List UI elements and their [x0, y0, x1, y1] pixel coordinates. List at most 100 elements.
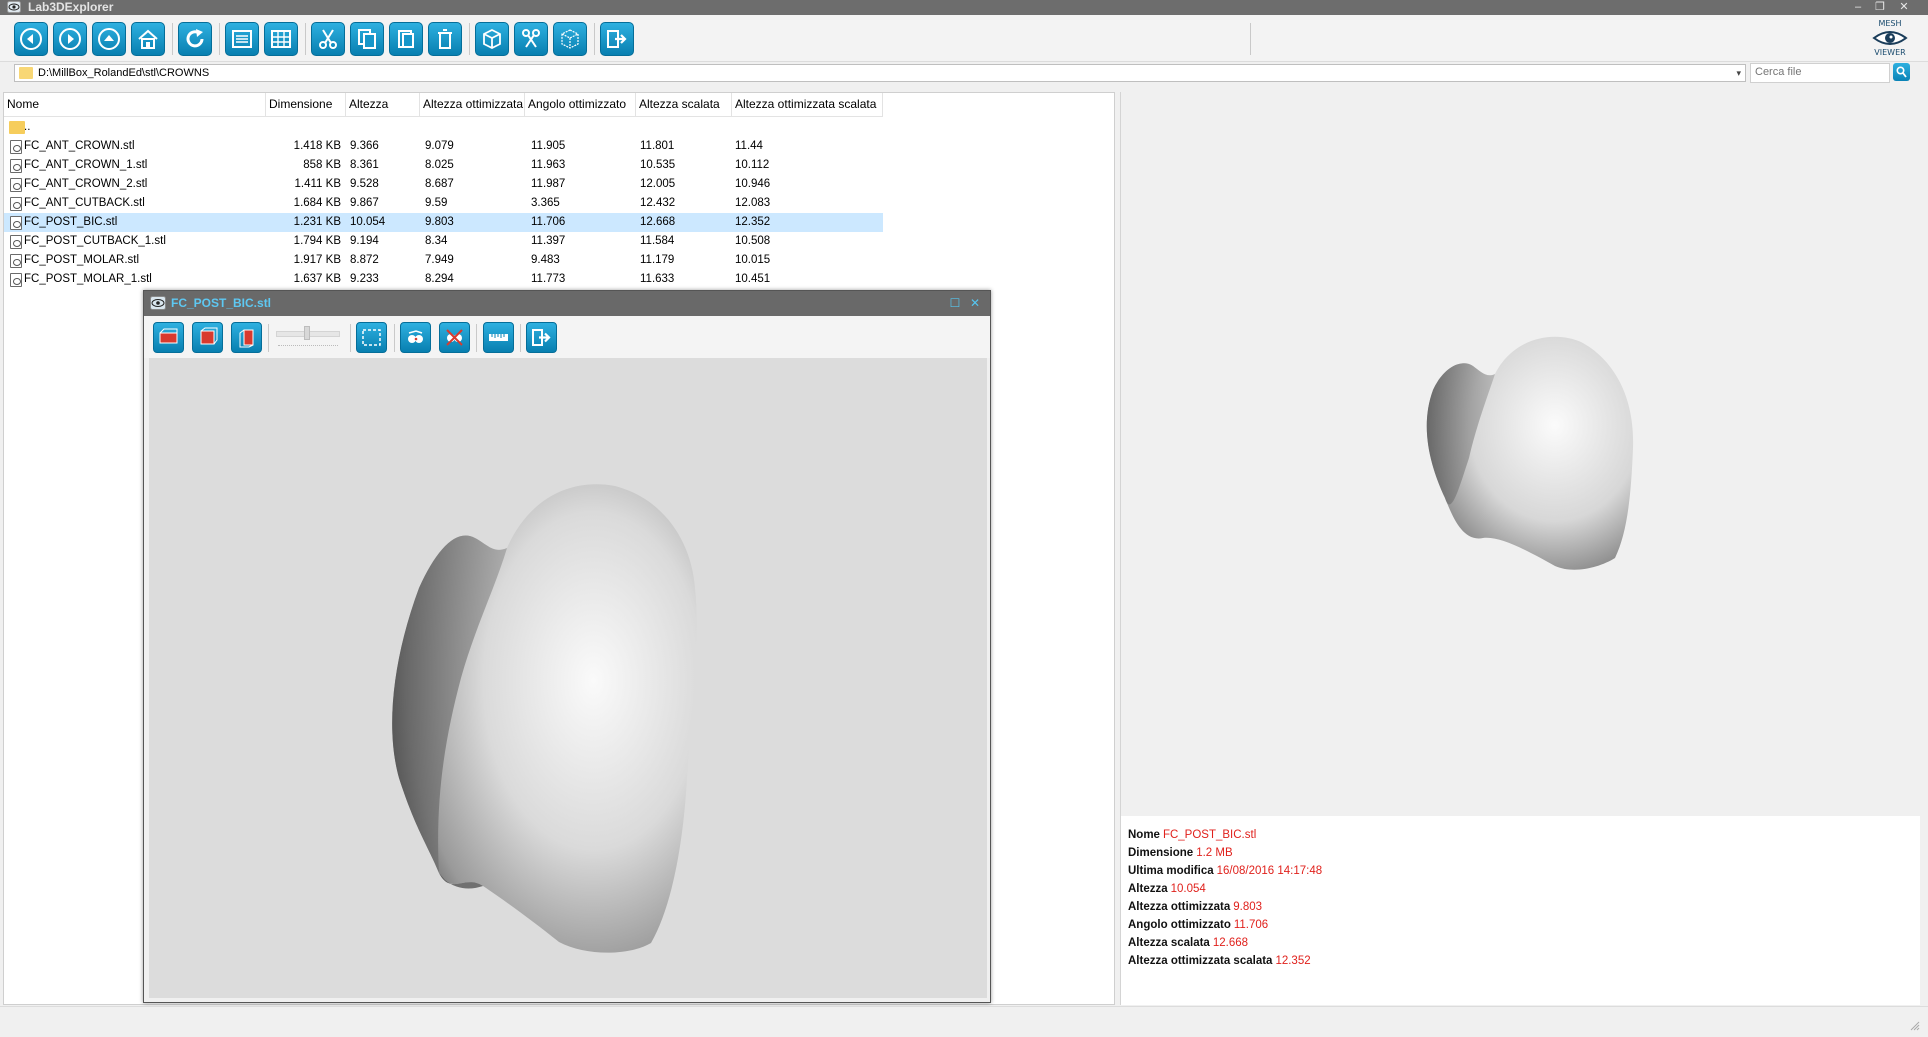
- cell-ao: 11.773: [531, 273, 566, 285]
- delete-button[interactable]: [428, 22, 462, 56]
- front-view-button[interactable]: [153, 322, 184, 353]
- search-box[interactable]: [1750, 63, 1890, 83]
- preview-panel: Nome FC_POST_BIC.stl Dimensione 1.2 MB Ult…: [1120, 92, 1921, 1005]
- viewer-maximize-button[interactable]: ☐: [947, 294, 963, 312]
- cell-hs: 11.179: [640, 254, 675, 266]
- back-button[interactable]: [14, 22, 48, 56]
- close-button[interactable]: ✕: [1894, 0, 1914, 15]
- cell-ao: [531, 118, 621, 137]
- details-view-button[interactable]: [225, 22, 259, 56]
- viewer-3d-canvas[interactable]: [149, 358, 987, 998]
- cell-ao: 9.483: [531, 254, 560, 266]
- title-bar: Lab3DExplorer – ❐ ✕: [0, 0, 1928, 15]
- maximize-button[interactable]: ❐: [1870, 0, 1890, 15]
- table-row[interactable]: FC_ANT_CROWN_2.stl 1.411 KB 9.528 8.687 11.9…: [4, 175, 883, 194]
- cell-name: FC_POST_BIC.stl: [24, 216, 118, 228]
- slider-thumb[interactable]: [304, 326, 310, 340]
- stl-file-icon: [10, 254, 22, 268]
- viewer-title-bar[interactable]: FC_POST_BIC.stl ☐ ✕: [144, 291, 990, 316]
- table-row[interactable]: FC_ANT_CUTBACK.stl 1.684 KB 9.867 9.59 3.365…: [4, 194, 883, 213]
- viewer-close-button[interactable]: ✕: [967, 294, 983, 312]
- toolbar-separator: [476, 324, 477, 352]
- parent-folder-row[interactable]: ..: [4, 118, 883, 137]
- info-label: Dimensione: [1128, 847, 1194, 859]
- fit-view-button[interactable]: [356, 322, 387, 353]
- wireframe-box-button[interactable]: [553, 22, 587, 56]
- cell-h: 8.872: [350, 254, 379, 266]
- cut-button[interactable]: [311, 22, 345, 56]
- info-value: 9.803: [1233, 901, 1263, 913]
- viewer-exit-button[interactable]: [526, 322, 557, 353]
- info-label: Altezza ottimizzata scalata: [1128, 955, 1273, 967]
- cell-ho: 9.59: [425, 197, 448, 209]
- logo-text-top: MESH: [1878, 19, 1902, 28]
- cell-name: FC_POST_MOLAR_1.stl: [24, 273, 152, 285]
- stl-file-icon: [10, 140, 22, 154]
- crown-preview-model: [1426, 336, 1634, 570]
- measure-button[interactable]: [439, 322, 470, 353]
- logo-eye-icon: [1872, 31, 1908, 45]
- cell-name: FC_POST_MOLAR.stl: [24, 254, 140, 266]
- toolbar-separator: [268, 324, 269, 352]
- cell-ao: 11.963: [531, 159, 566, 171]
- info-label: Altezza scalata: [1128, 937, 1210, 949]
- info-row: Nome FC_POST_BIC.stl: [1128, 826, 1322, 844]
- arrow-right-icon: [59, 28, 81, 50]
- home-button[interactable]: [131, 22, 165, 56]
- cell-name: FC_ANT_CROWN_1.stl: [24, 159, 148, 171]
- path-bar[interactable]: D:\MillBox_RolandEd\stl\CROWNS ▾: [14, 64, 1746, 82]
- viewer-eye-icon: [150, 296, 166, 310]
- forward-button[interactable]: [53, 22, 87, 56]
- column-header-scaled-height[interactable]: Altezza scalata: [636, 93, 732, 117]
- table-row[interactable]: FC_ANT_CROWN.stl 1.418 KB 9.366 9.079 11.905…: [4, 137, 883, 156]
- preview-3d-view[interactable]: [1121, 92, 1921, 816]
- toolbar-separator: [520, 324, 521, 352]
- toolbar-separator: [1250, 23, 1251, 55]
- toolbar-separator: [172, 23, 173, 55]
- refresh-button[interactable]: [178, 22, 212, 56]
- paste-button[interactable]: [389, 22, 423, 56]
- table-row[interactable]: FC_POST_MOLAR.stl 1.917 KB 8.872 7.949 9.483…: [4, 251, 883, 270]
- tools-button[interactable]: [514, 22, 548, 56]
- up-button[interactable]: [92, 22, 126, 56]
- cell-ho: 8.294: [425, 273, 454, 285]
- table-row[interactable]: FC_POST_CUTBACK_1.stl 1.794 KB 9.194 8.34 11…: [4, 232, 883, 251]
- top-view-button[interactable]: [192, 322, 223, 353]
- rotate-button[interactable]: [400, 322, 431, 353]
- info-row: Altezza 10.054: [1128, 880, 1322, 898]
- search-button[interactable]: [1893, 63, 1910, 81]
- column-header-optimized-angle[interactable]: Angolo ottimizzato: [525, 93, 636, 117]
- side-view-button[interactable]: [231, 322, 262, 353]
- minimize-button[interactable]: –: [1848, 0, 1868, 15]
- cell-ao: 11.706: [531, 216, 566, 228]
- list-view-button[interactable]: [264, 22, 298, 56]
- search-input[interactable]: [1755, 66, 1885, 78]
- zoom-slider[interactable]: [274, 326, 342, 350]
- cell-h: 9.867: [350, 197, 379, 209]
- resize-grip-icon[interactable]: [1910, 1021, 1920, 1031]
- cell-hos: 10.015: [735, 254, 771, 266]
- copy-button[interactable]: [350, 22, 384, 56]
- chevron-down-icon[interactable]: ▾: [1736, 65, 1741, 81]
- column-header-height[interactable]: Altezza: [346, 93, 420, 117]
- copy-icon: [358, 29, 376, 49]
- scissors-icon: [319, 29, 337, 49]
- stl-file-icon: [10, 159, 22, 173]
- cell-name: ..: [24, 121, 31, 133]
- cube-icon: [483, 28, 501, 50]
- 3d-box-button[interactable]: [475, 22, 509, 56]
- table-row[interactable]: FC_POST_MOLAR_1.stl 1.637 KB 9.233 8.294 11.…: [4, 270, 883, 289]
- exit-button[interactable]: [600, 22, 634, 56]
- info-row: Altezza ottimizzata scalata 12.352: [1128, 952, 1322, 970]
- info-row: Dimensione 1.2 MB: [1128, 844, 1322, 862]
- column-header-name[interactable]: Nome: [4, 93, 266, 117]
- column-header-optimized-height[interactable]: Altezza ottimizzata: [420, 93, 525, 117]
- column-header-size[interactable]: Dimensione: [266, 93, 346, 117]
- cell-hos: [735, 118, 875, 137]
- cell-ho: 7.949: [425, 254, 454, 266]
- info-row: Ultima modifica 16/08/2016 14:17:48: [1128, 862, 1322, 880]
- ruler-button[interactable]: [483, 322, 514, 353]
- table-row[interactable]: FC_POST_BIC.stl 1.231 KB 10.054 9.803 11.706…: [4, 213, 883, 232]
- table-row[interactable]: FC_ANT_CROWN_1.stl 858 KB 8.361 8.025 11.963…: [4, 156, 883, 175]
- column-header-scaled-optimized-height[interactable]: Altezza ottimizzata scalata: [732, 93, 883, 117]
